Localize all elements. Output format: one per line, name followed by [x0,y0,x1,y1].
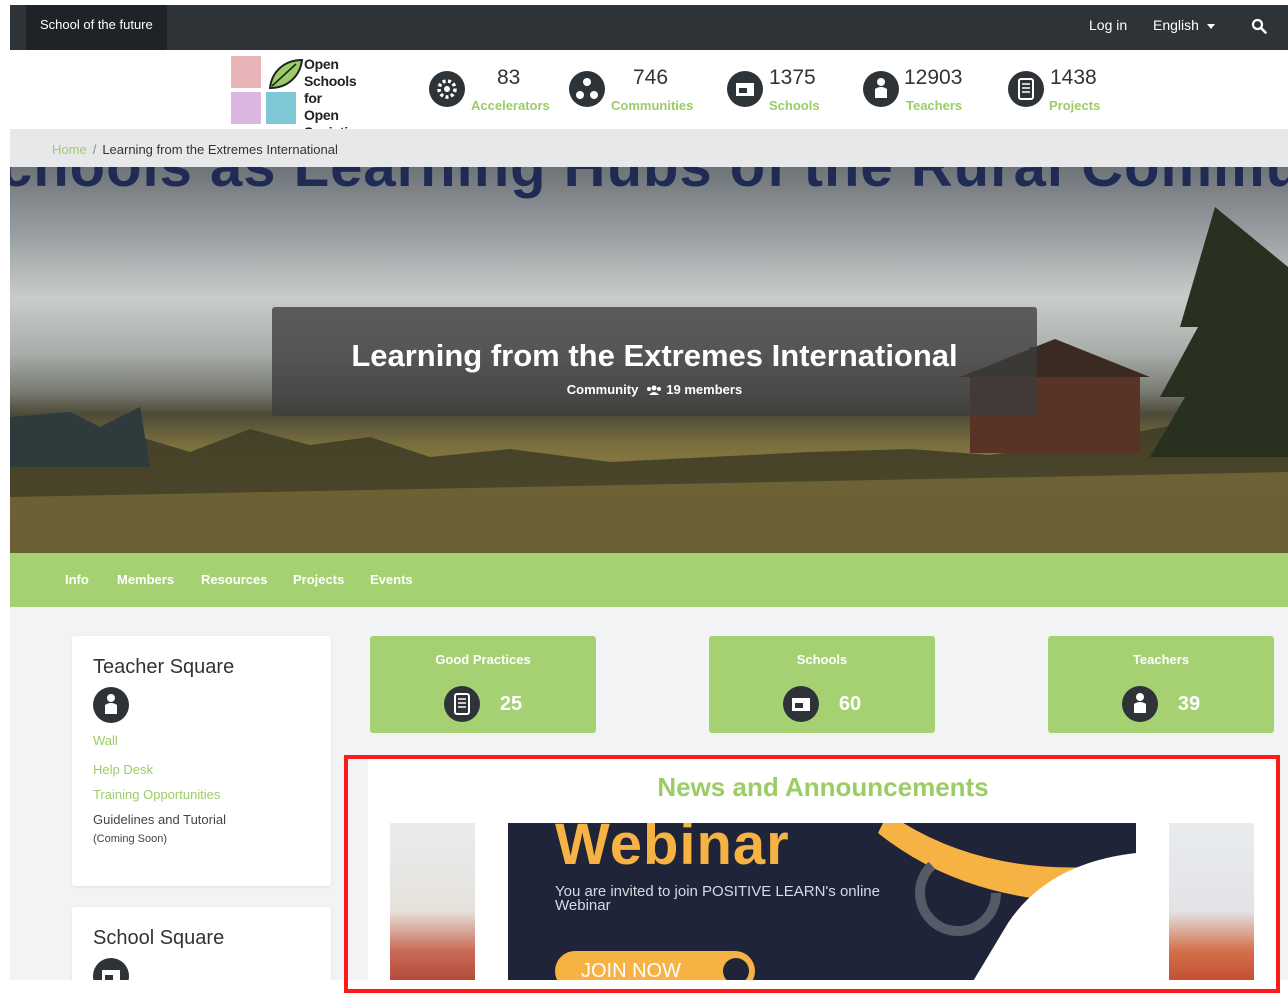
school-square-card: School Square [72,907,331,980]
news-title: News and Announcements [657,772,989,802]
kpi-value: 39 [1177,692,1201,715]
tab-info[interactable]: Info [65,553,89,607]
school-square-title: School Square [93,927,225,949]
stat-value: 1375 [769,66,816,89]
teacher-icon [93,687,129,723]
projects-icon [443,686,480,722]
main-content: Teacher Square Wall Help Desk Training O… [10,607,1288,980]
webinar-invite-text: You are invited to join POSITIVE LEARN's… [555,883,880,914]
training-opportunities-link[interactable]: Training Opportunities [93,787,310,802]
stat-label: Projects [1049,98,1101,113]
logo-square-pink [231,56,261,88]
logo-square-purple [231,92,261,124]
tab-members[interactable]: Members [117,553,174,607]
projects-icon [1008,71,1044,107]
teacher-icon [1121,686,1158,722]
site-logo[interactable]: Open Schools for Open Societies [231,54,371,140]
stat-label: Communities [611,98,694,113]
member-count: 19 members [666,382,743,397]
community-tabs: Info Members Resources Projects Events [10,553,1288,607]
community-type: Community [566,382,639,397]
help-desk-link[interactable]: Help Desk [93,762,310,777]
kpi-title: Schools [796,652,848,667]
tab-resources[interactable]: Resources [201,553,267,607]
network-icon [569,71,605,107]
school-icon [782,686,819,722]
stat-value: 1438 [1050,66,1097,89]
hero-title-box: Learning from the Extremes International… [272,307,1037,416]
good-practices-card[interactable]: Good Practices 25 [370,636,596,733]
search-icon[interactable] [1251,18,1267,34]
wall-link[interactable]: Wall [93,733,310,748]
school-icon [93,958,129,980]
stat-label: Teachers [906,98,963,113]
hero-banner: chools as Learning Hubs of the Rural Com… [10,167,1288,553]
users-icon [647,385,662,395]
teacher-icon [863,71,899,107]
language-dropdown[interactable]: English [1153,5,1215,45]
webinar-heading: Webinar [555,823,790,877]
kpi-value: 25 [499,692,523,715]
kpi-title: Teachers [1132,652,1190,667]
stat-label: Accelerators [471,98,550,113]
stat-label: Schools [769,98,820,113]
stats-header: Open Schools for Open Societies 83 Accel… [10,50,1288,140]
leaf-icon [268,58,304,90]
login-link[interactable]: Log in [1089,5,1127,45]
caret-down-icon [1206,23,1215,29]
breadcrumb: Home / Learning from the Extremes Internat… [10,129,1288,167]
kpi-value: 60 [838,692,862,715]
site-brand-link[interactable]: School of the future [26,5,167,50]
join-button-dot [723,958,749,980]
school-icon [727,71,763,107]
teacher-square-card: Teacher Square Wall Help Desk Training O… [72,636,331,886]
logo-square-blue [266,92,296,124]
breadcrumb-home-link[interactable]: Home [52,142,87,157]
breadcrumb-separator: / [92,142,97,157]
community-title: Learning from the Extremes International [351,338,958,373]
schools-card[interactable]: Schools 60 [709,636,935,733]
gear-icon [429,71,465,107]
webinar-banner[interactable]: Webinar You are invited to join POSITIVE… [508,823,1136,980]
coming-soon-note: (Coming Soon) [93,833,167,845]
teacher-square-title: Teacher Square [93,656,235,678]
carousel-slide-prev[interactable] [390,823,475,980]
stat-value: 83 [497,66,521,89]
teachers-card[interactable]: Teachers 39 [1048,636,1274,733]
logo-square-leaf [266,56,304,90]
stat-value: 12903 [904,66,963,89]
language-label: English [1153,17,1199,33]
community-meta: Community 19 members [272,382,1037,397]
carousel-slide-next[interactable] [1169,823,1254,980]
tab-projects[interactable]: Projects [293,553,344,607]
news-announcements: News and Announcements Webinar You are i… [368,755,1278,980]
tab-events[interactable]: Events [370,553,413,607]
breadcrumb-current: Learning from the Extremes International [102,142,338,157]
top-navbar: School of the future Log in English [10,5,1288,50]
stat-value: 746 [633,66,669,89]
kpi-title: Good Practices [435,652,531,667]
guidelines-link: Guidelines and Tutorial [93,812,226,827]
